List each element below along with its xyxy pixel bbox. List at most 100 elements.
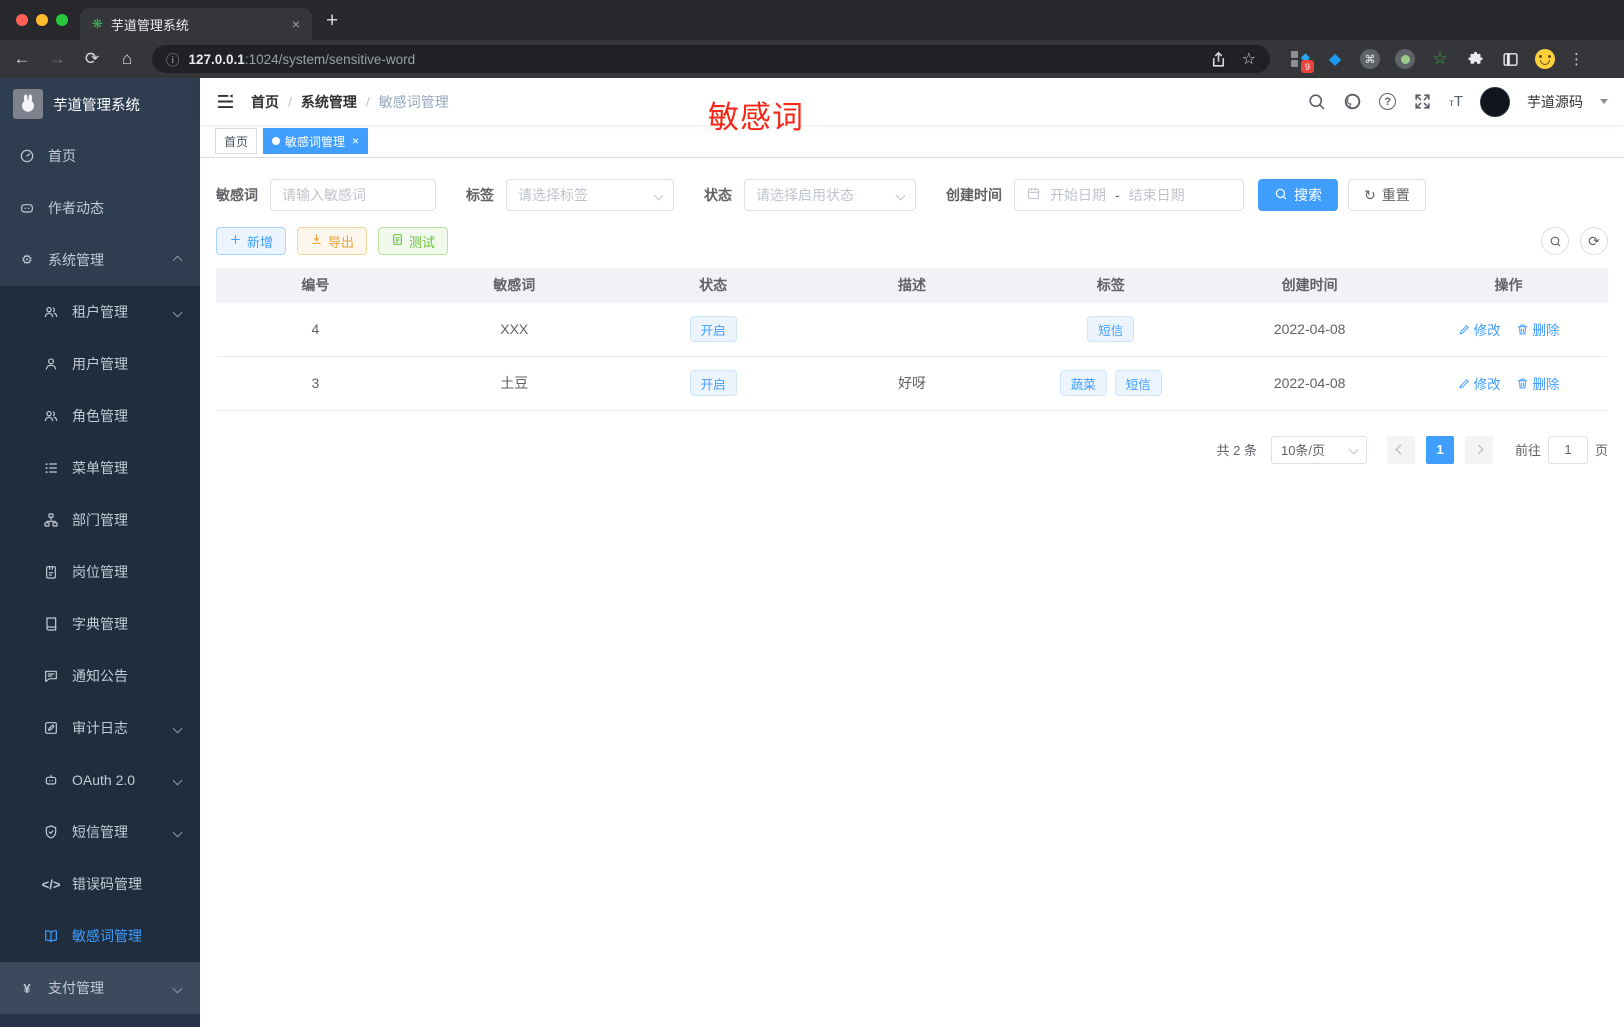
code-icon: </> <box>41 876 61 892</box>
test-button[interactable]: 测试 <box>378 227 449 255</box>
delete-link[interactable]: 删除 <box>1516 319 1559 339</box>
share-icon[interactable] <box>1209 50 1228 69</box>
system-submenu: 租户管理 用户管理 角色管理 菜单管理 部门管理 岗位管理 字典管理 通知公告 … <box>0 286 200 962</box>
org-chart-icon <box>43 512 59 528</box>
chevron-down-icon <box>172 775 183 785</box>
table-row: 4 XXX 开启 短信 2022-04-08 修改 删除 <box>216 301 1608 357</box>
sidebar-item-author[interactable]: 作者动态 <box>0 182 200 234</box>
page-size-select[interactable]: 10条/页 <box>1270 435 1367 464</box>
url-host: 127.0.0.1 <box>188 51 245 67</box>
add-button[interactable]: 新增 <box>216 227 287 255</box>
sidebar-item-sms[interactable]: 短信管理 <box>0 806 200 858</box>
active-dot-icon <box>272 137 281 145</box>
sidebar-item-errcode[interactable]: </> 错误码管理 <box>0 858 200 910</box>
sidebar-item-user[interactable]: 用户管理 <box>0 338 200 390</box>
new-tab-button[interactable]: + <box>326 9 338 33</box>
page-content: 敏感词 标签 请选择标签 状态 请选择启用状态 <box>200 158 1624 1027</box>
status-label: 状态 <box>704 187 732 203</box>
date-range-picker[interactable]: 开始日期 - 结束日期 <box>1014 179 1244 211</box>
username[interactable]: 芋道源码 <box>1527 92 1583 112</box>
kite-extension-icon[interactable]: ◆ <box>1324 48 1346 70</box>
sidebar-item-role[interactable]: 角色管理 <box>0 390 200 442</box>
reload-icon[interactable]: ⟳ <box>82 49 102 69</box>
tag-badge: 蔬菜 <box>1059 370 1107 396</box>
sidebar-item-pay[interactable]: ¥ 支付管理 <box>0 962 200 1014</box>
table-row: 3 土豆 开启 好呀 蔬菜 短信 2022-04-08 修改 删除 <box>216 356 1608 411</box>
command-extension-icon[interactable]: ⌘ <box>1359 48 1381 70</box>
reset-button[interactable]: ↻ 重置 <box>1348 179 1426 211</box>
sidebar-item-notice[interactable]: 通知公告 <box>0 650 200 702</box>
cell-desc: 好呀 <box>812 356 1012 411</box>
edit-link[interactable]: 修改 <box>1458 319 1501 339</box>
sidebar-item-post[interactable]: 岗位管理 <box>0 546 200 598</box>
close-window-button[interactable] <box>16 14 28 26</box>
sidebar-item-system[interactable]: ⚙ 系统管理 <box>0 234 200 286</box>
tab-close-icon[interactable]: × <box>292 16 300 32</box>
status-badge: 开启 <box>689 370 737 396</box>
goto-page-input[interactable] <box>1547 435 1588 464</box>
refresh-icon: ⟳ <box>1588 232 1600 249</box>
extension-icons: ◆ 9 ◆ ⌘ ☆ ⋮ <box>1289 48 1585 73</box>
back-icon[interactable]: ← <box>12 49 32 69</box>
home-icon[interactable]: ⌂ <box>117 49 137 69</box>
recorder-extension-icon[interactable] <box>1394 48 1416 70</box>
status-badge: 开启 <box>689 316 737 342</box>
prev-page-button[interactable] <box>1386 435 1415 464</box>
keyword-input[interactable] <box>282 187 424 203</box>
github-icon[interactable] <box>1343 92 1362 111</box>
refresh-table-button[interactable]: ⟳ <box>1580 227 1608 255</box>
search-icon <box>1274 187 1288 204</box>
extensions-puzzle-icon[interactable] <box>1464 48 1486 70</box>
sidebar-item-tenant[interactable]: 租户管理 <box>0 286 200 338</box>
date-label: 创建时间 <box>946 187 1002 203</box>
breadcrumb-system[interactable]: 系统管理 <box>301 92 357 112</box>
close-tag-icon[interactable]: × <box>352 134 359 148</box>
site-info-icon[interactable]: ⓘ <box>166 49 180 69</box>
fullscreen-icon[interactable] <box>1413 92 1432 111</box>
collapse-sidebar-icon[interactable] <box>216 92 235 111</box>
sidebar-item-oauth[interactable]: OAuth 2.0 <box>0 754 200 806</box>
current-page[interactable]: 1 <box>1425 435 1454 464</box>
tag-select[interactable]: 请选择标签 <box>506 179 674 211</box>
user-avatar[interactable] <box>1480 86 1510 117</box>
address-bar[interactable]: ⓘ 127.0.0.1:1024/system/sensitive-word ☆ <box>152 45 1270 73</box>
pagination: 共 2 条 10条/页 1 前往 页 <box>216 435 1608 464</box>
badge-icon <box>43 564 59 580</box>
edit-link[interactable]: 修改 <box>1458 373 1501 393</box>
sidebar-item-dept[interactable]: 部门管理 <box>0 494 200 546</box>
sidebar-item-home[interactable]: 首页 <box>0 130 200 182</box>
status-select[interactable]: 请选择启用状态 <box>744 179 916 211</box>
next-page-button[interactable] <box>1464 435 1493 464</box>
users-icon <box>43 304 59 320</box>
star-extension-icon[interactable]: ☆ <box>1429 48 1451 70</box>
tag-sensitive-word[interactable]: 敏感词管理 × <box>263 128 369 154</box>
maximize-window-button[interactable] <box>56 14 68 26</box>
sidebar-item-sensitive-word[interactable]: 敏感词管理 <box>0 910 200 962</box>
cell-id: 3 <box>216 356 415 411</box>
bookmark-star-icon[interactable]: ☆ <box>1242 49 1256 69</box>
browser-menu-icon[interactable]: ⋮ <box>1569 50 1585 68</box>
search-icon[interactable] <box>1307 92 1326 111</box>
delete-link[interactable]: 删除 <box>1516 373 1559 393</box>
cell-created: 2022-04-08 <box>1210 301 1410 357</box>
page-unit-label: 页 <box>1594 443 1608 458</box>
user-menu-caret-icon[interactable] <box>1600 99 1608 104</box>
minimize-window-button[interactable] <box>36 14 48 26</box>
font-size-icon[interactable]: тT <box>1449 93 1463 110</box>
browser-tab[interactable]: ❋ 芋道管理系统 × <box>80 8 312 40</box>
side-panel-icon[interactable] <box>1499 48 1521 70</box>
sidebar-item-dict[interactable]: 字典管理 <box>0 598 200 650</box>
sidebar-item-menu[interactable]: 菜单管理 <box>0 442 200 494</box>
sidebar: 芋道管理系统 首页 作者动态 ⚙ 系统管理 租户管理 用户管理 角色管理 菜单管… <box>0 78 200 1027</box>
breadcrumb-home[interactable]: 首页 <box>251 92 279 112</box>
tag-home[interactable]: 首页 <box>215 128 258 154</box>
sidebar-item-audit[interactable]: 审计日志 <box>0 702 200 754</box>
toggle-search-button[interactable] <box>1541 227 1569 255</box>
help-icon[interactable]: ? <box>1379 93 1397 110</box>
tab-manager-extension-icon[interactable]: ◆ 9 <box>1289 48 1314 73</box>
search-button[interactable]: 搜索 <box>1258 179 1338 211</box>
sidebar-filler <box>0 1014 200 1027</box>
profile-avatar-icon[interactable] <box>1534 48 1556 70</box>
logo-image <box>13 89 43 119</box>
export-button[interactable]: 导出 <box>297 227 368 255</box>
